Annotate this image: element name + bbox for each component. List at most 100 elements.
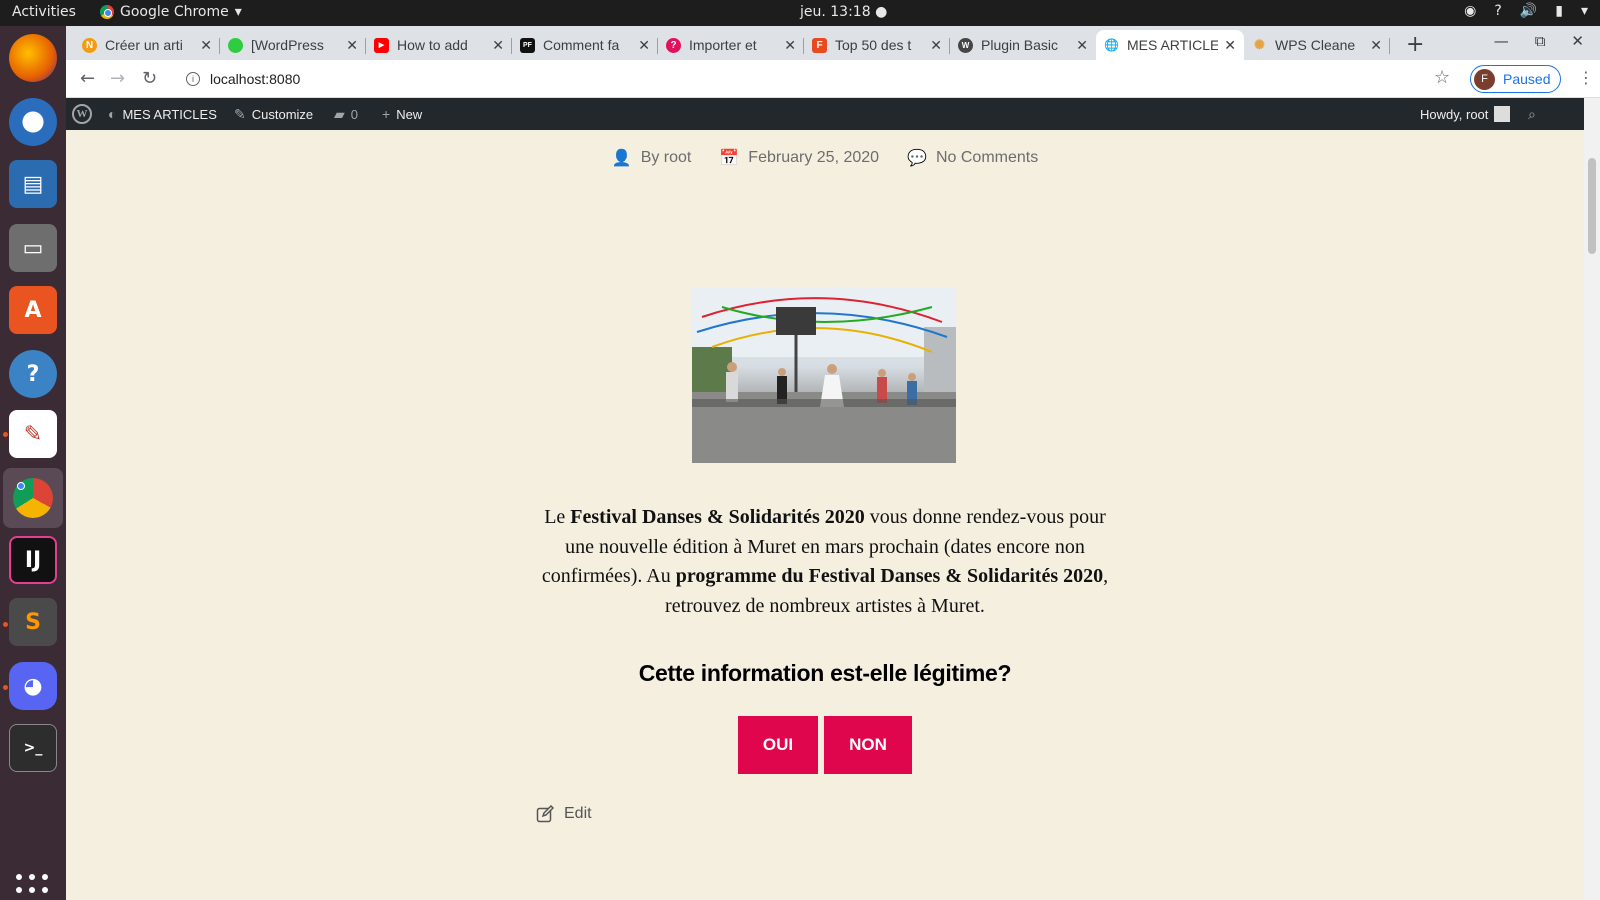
battery-icon[interactable]: ▮ (1555, 3, 1563, 19)
wp-logo-menu[interactable]: W (72, 98, 92, 130)
post-image (692, 287, 956, 463)
running-indicator (3, 432, 8, 437)
software-center-icon[interactable]: A (9, 286, 57, 334)
avatar (1494, 106, 1511, 122)
comments-link[interactable]: ▰ 0 (334, 98, 358, 130)
back-icon[interactable]: ← (80, 68, 95, 89)
firefox-icon[interactable] (9, 34, 57, 82)
wp-admin-bar: W ◐ MES ARTICLES ✎ Customize ▰ 0 + New Howdy… (66, 98, 1584, 130)
tab[interactable]: ✺ WPS Cleane ✕ (1244, 30, 1390, 60)
chevron-down-icon: ▾ (234, 4, 242, 20)
my-account-menu[interactable]: Howdy, root (1420, 98, 1511, 130)
edit-icon (536, 805, 554, 823)
close-icon[interactable]: ✕ (1224, 37, 1236, 54)
page-scrollbar[interactable] (1584, 98, 1600, 900)
thunderbird-icon[interactable] (9, 98, 57, 146)
system-top-bar: Activities Google Chrome ▾ jeu. 13:18 ● … (0, 0, 1600, 26)
browser-toolbar: ← → ↻ i localhost:8080 ☆ F Paused ⋮ (66, 60, 1600, 98)
tab-title: Top 50 des t (835, 37, 912, 53)
new-tab-icon[interactable]: + (1406, 32, 1424, 57)
customize-link[interactable]: ✎ Customize (234, 98, 313, 130)
globe-icon: 🌐 (1104, 38, 1119, 52)
scrollbar-thumb[interactable] (1588, 158, 1596, 254)
tab[interactable]: ? Importer et ✕ (658, 30, 804, 60)
close-window-icon[interactable]: ✕ (1571, 32, 1584, 50)
site-name-menu[interactable]: ◐ MES ARTICLES (108, 98, 217, 130)
profile-status: Paused (1503, 71, 1551, 87)
close-icon[interactable]: ✕ (346, 37, 358, 54)
search-icon[interactable]: ⌕ (1528, 98, 1536, 130)
tab-favicon (228, 37, 243, 53)
legitimacy-question: Cette information est-elle légitime? (638, 660, 1012, 686)
post-paragraph: Le Festival Danses & Solidarités 2020 vo… (536, 503, 1114, 621)
clock[interactable]: jeu. 13:18 ● (800, 4, 887, 20)
show-apps-icon[interactable] (16, 874, 50, 900)
tab-favicon: ▶ (374, 37, 389, 53)
close-icon[interactable]: ✕ (784, 37, 796, 54)
forward-icon[interactable]: → (110, 68, 125, 89)
files-icon[interactable]: ▭ (9, 224, 57, 272)
calendar-icon: 📅 (719, 150, 740, 167)
no-button[interactable]: NON (824, 716, 912, 774)
tab[interactable]: N Créer un arti ✕ (74, 30, 220, 60)
help-icon[interactable]: ? (9, 350, 57, 398)
profile-button[interactable]: F Paused (1470, 65, 1562, 93)
address-bar[interactable]: i localhost:8080 (174, 64, 1446, 94)
user-icon: 👤 (611, 150, 632, 167)
new-label: New (396, 106, 423, 122)
tab[interactable]: F Top 50 des t ✕ (804, 30, 950, 60)
minimize-icon[interactable]: — (1494, 32, 1509, 50)
activities-button[interactable]: Activities (12, 4, 76, 20)
tab[interactable]: PF Comment fa ✕ (512, 30, 658, 60)
edit-link[interactable]: Edit (536, 805, 592, 823)
sublime-icon[interactable]: S (9, 598, 57, 646)
avatar: F (1474, 68, 1495, 90)
close-icon[interactable]: ✕ (638, 37, 650, 54)
tab-active[interactable]: 🌐 MES ARTICLE ✕ (1096, 30, 1244, 60)
tab-title: Importer et (689, 37, 757, 53)
tab-title: Créer un arti (105, 37, 183, 53)
tab-title: How to add (397, 37, 468, 53)
terminal-icon[interactable]: >_ (9, 724, 57, 772)
yes-button[interactable]: OUI (738, 716, 818, 774)
wordpress-icon: W (72, 104, 92, 124)
post-meta: 👤 By root 📅 February 25, 2020 💬 No Comments (66, 148, 1584, 168)
post-date[interactable]: 📅 February 25, 2020 (719, 148, 879, 168)
discord-tray-icon[interactable]: ◉ (1464, 3, 1476, 19)
volume-icon[interactable]: 🔊 (1520, 3, 1537, 19)
bookmark-star-icon[interactable]: ☆ (1434, 67, 1450, 88)
window-controls: — ⧉ ✕ (1494, 32, 1584, 50)
info-icon[interactable]: i (186, 72, 200, 86)
maximize-icon[interactable]: ⧉ (1535, 32, 1546, 50)
discord-icon[interactable]: ◕ (9, 662, 57, 710)
tab[interactable]: W Plugin Basic ✕ (950, 30, 1096, 60)
close-icon[interactable]: ✕ (930, 37, 942, 54)
url-text: localhost:8080 (210, 71, 301, 87)
close-icon[interactable]: ✕ (1370, 37, 1382, 54)
festival-dance-photo (692, 287, 956, 463)
new-content-menu[interactable]: + New (382, 98, 422, 130)
tab-title: Plugin Basic (981, 37, 1059, 53)
tab[interactable]: [WordPress ✕ (220, 30, 366, 60)
help-icon[interactable]: ? (1494, 3, 1501, 19)
author-label: By root (640, 149, 692, 166)
post-comments[interactable]: 💬 No Comments (907, 148, 1038, 168)
tab[interactable]: ▶ How to add ✕ (366, 30, 512, 60)
app-menu-label: Google Chrome (120, 4, 229, 20)
menu-icon[interactable]: ⋮ (1578, 68, 1594, 87)
tab-favicon: PF (520, 37, 535, 53)
intellij-icon[interactable]: IJ (9, 536, 57, 584)
chrome-dock-icon[interactable] (3, 468, 63, 528)
app-menu[interactable]: Google Chrome ▾ (100, 4, 242, 20)
writer-icon[interactable]: ▤ (9, 160, 57, 208)
post-author[interactable]: 👤 By root (612, 148, 692, 168)
reload-icon[interactable]: ↻ (142, 68, 157, 89)
system-tray[interactable]: ◉ ? 🔊 ▮ ▾ (1464, 3, 1588, 19)
close-icon[interactable]: ✕ (200, 37, 212, 54)
chevron-down-icon[interactable]: ▾ (1581, 3, 1588, 19)
evince-icon[interactable]: ✎ (9, 410, 57, 458)
close-icon[interactable]: ✕ (1076, 37, 1088, 54)
close-icon[interactable]: ✕ (492, 37, 504, 54)
comments-count: 0 (350, 106, 359, 122)
date-label: February 25, 2020 (748, 149, 880, 166)
